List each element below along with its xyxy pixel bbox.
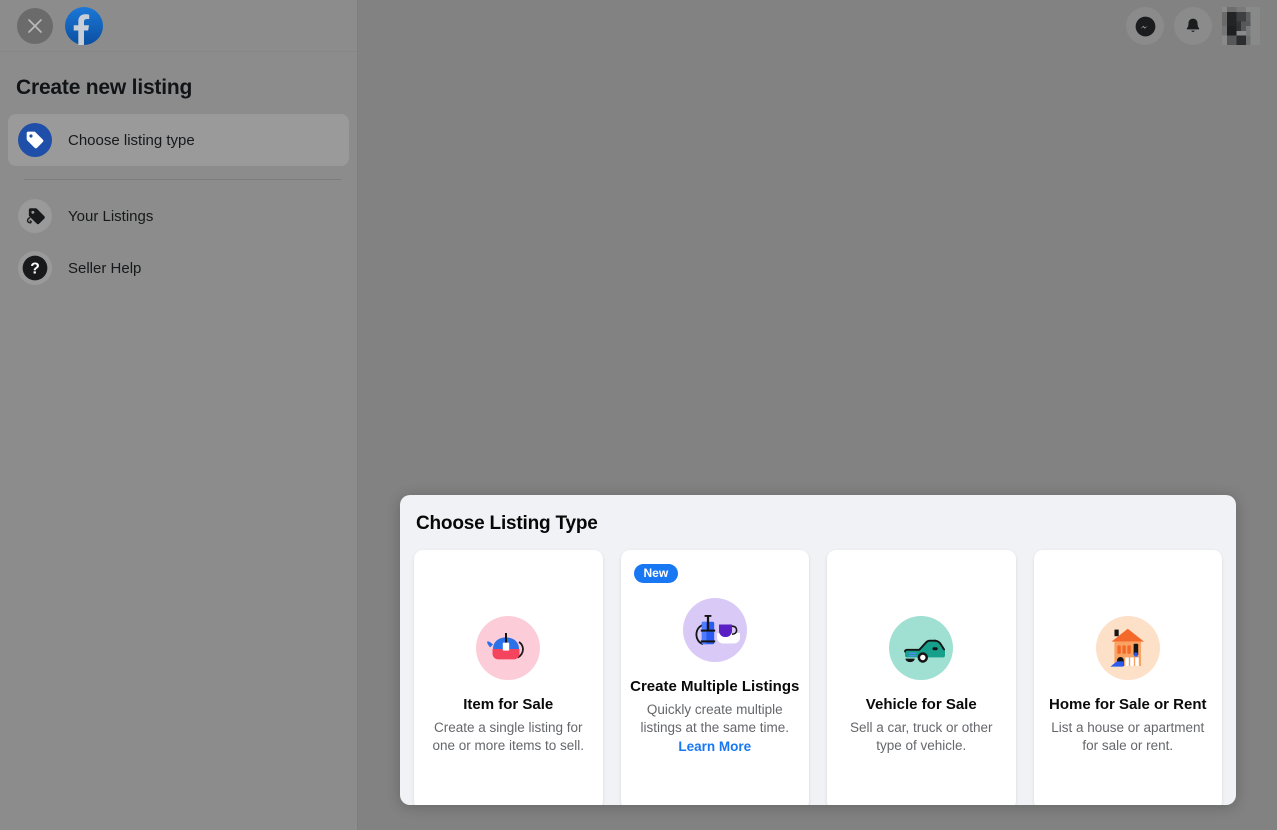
page-root: Create new listing Choose listing type [0, 0, 1277, 830]
teapot-icon [476, 616, 540, 680]
card-title: Home for Sale or Rent [1041, 695, 1215, 715]
sidebar: Create new listing Choose listing type [0, 0, 358, 830]
house-icon [1096, 616, 1160, 680]
sidebar-item-label: Your Listings [68, 208, 153, 225]
card-vehicle-for-sale[interactable]: Vehicle for Sale Sell a car, truck or ot… [827, 550, 1016, 805]
page-title: Create new listing [0, 52, 357, 100]
svg-text:?: ? [30, 260, 40, 277]
learn-more-link[interactable]: Learn More [678, 739, 751, 754]
messenger-icon [1135, 16, 1156, 37]
tags-icon [18, 199, 52, 233]
sidebar-divider [24, 179, 341, 180]
notifications-button[interactable] [1174, 7, 1212, 45]
card-home-for-sale-or-rent[interactable]: Home for Sale or Rent List a house or ap… [1034, 550, 1223, 805]
card-title: Item for Sale [455, 695, 561, 715]
topbar-actions [1126, 7, 1260, 45]
card-title: Vehicle for Sale [858, 695, 985, 715]
car-icon [889, 616, 953, 680]
listing-type-cards: Item for Sale Create a single listing fo… [414, 550, 1222, 805]
card-description: Sell a car, truck or other type of vehic… [827, 719, 1016, 755]
price-tag-icon [18, 123, 52, 157]
sidebar-nav: Choose listing type Your Listings [0, 114, 357, 294]
card-description: Quickly create multiple listings at the … [621, 701, 810, 737]
close-button[interactable] [17, 8, 53, 44]
card-title: Create Multiple Listings [622, 677, 807, 697]
card-description: List a house or apartment for sale or re… [1034, 719, 1223, 755]
new-badge: New [634, 564, 679, 583]
card-create-multiple-listings[interactable]: New Creat [621, 550, 810, 805]
close-icon [27, 18, 43, 34]
messenger-button[interactable] [1126, 7, 1164, 45]
card-item-for-sale[interactable]: Item for Sale Create a single listing fo… [414, 550, 603, 805]
sidebar-item-your-listings[interactable]: Your Listings [8, 190, 349, 242]
sidebar-item-label: Choose listing type [68, 132, 195, 149]
facebook-logo-icon[interactable] [65, 7, 103, 45]
french-press-icon [683, 598, 747, 662]
bell-icon [1183, 16, 1203, 36]
modal-title: Choose Listing Type [414, 509, 1222, 535]
sidebar-item-label: Seller Help [68, 260, 141, 277]
sidebar-item-seller-help[interactable]: ? Seller Help [8, 242, 349, 294]
question-mark-icon: ? [18, 251, 52, 285]
sidebar-item-choose-listing-type[interactable]: Choose listing type [8, 114, 349, 166]
avatar[interactable] [1222, 7, 1260, 45]
choose-listing-type-modal: Choose Listing Type Item fo [400, 495, 1236, 805]
card-description: Create a single listing for one or more … [414, 719, 603, 755]
sidebar-header [0, 0, 357, 52]
